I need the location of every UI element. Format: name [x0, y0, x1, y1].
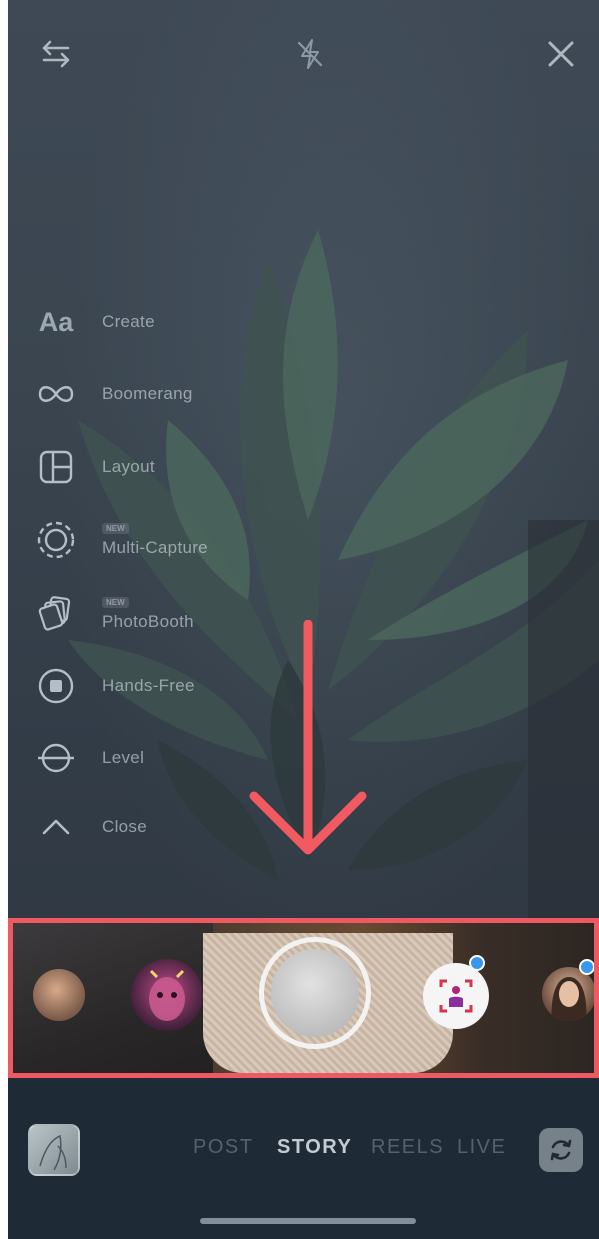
bottom-bar: POST STORY REELS LIVE	[8, 1078, 599, 1239]
effects-carousel	[8, 918, 599, 1078]
tool-label: Close	[102, 817, 147, 836]
home-indicator[interactable]	[200, 1218, 416, 1224]
tool-layout[interactable]: Layout	[34, 437, 294, 497]
new-badge: NEW	[102, 522, 129, 534]
text-aa-icon: Aa	[38, 306, 74, 337]
multi-capture-icon	[34, 518, 78, 562]
top-bar	[8, 0, 599, 110]
annotation-arrow	[249, 620, 367, 855]
tool-label: Multi-Capture	[102, 537, 208, 557]
photobooth-icon	[34, 592, 78, 636]
effect-body-icon[interactable]	[423, 963, 489, 1029]
tool-label: PhotoBooth	[102, 611, 194, 631]
gallery-thumbnail[interactable]	[28, 1124, 80, 1176]
capture-button[interactable]	[259, 937, 371, 1049]
mode-live[interactable]: LIVE	[457, 1136, 506, 1159]
effect-thumbnail[interactable]	[542, 967, 594, 1021]
camera-screen: Aa Create Boomerang Layout NEW Multi-Cap…	[8, 0, 599, 1239]
flash-off-icon[interactable]	[286, 30, 334, 78]
infinity-icon	[34, 372, 78, 416]
capture-mode-selector: POST STORY REELS LIVE	[193, 1136, 513, 1164]
mode-story[interactable]: STORY	[277, 1136, 352, 1159]
effect-thumbnail[interactable]	[33, 969, 85, 1021]
new-dot	[469, 955, 485, 971]
arrows-swap-icon[interactable]	[32, 30, 80, 78]
new-dot	[579, 959, 594, 975]
chevron-up-icon	[34, 805, 78, 849]
new-badge: NEW	[102, 596, 129, 608]
layout-grid-icon	[34, 445, 78, 489]
tool-multi-capture[interactable]: NEW Multi-Capture	[34, 510, 294, 570]
tool-label: Level	[102, 748, 145, 767]
tool-label: Hands-Free	[102, 676, 195, 695]
effect-thumbnail[interactable]	[131, 959, 203, 1031]
mode-reels[interactable]: REELS	[371, 1136, 444, 1159]
tool-label: Boomerang	[102, 384, 193, 403]
tool-label: Create	[102, 312, 155, 331]
level-icon	[34, 736, 78, 780]
switch-camera-icon[interactable]	[539, 1128, 583, 1172]
mode-post[interactable]: POST	[193, 1136, 253, 1159]
camera-preview: Aa Create Boomerang Layout NEW Multi-Cap…	[8, 0, 599, 1075]
hands-free-icon	[34, 664, 78, 708]
tool-create[interactable]: Aa Create	[34, 292, 294, 352]
tool-label: Layout	[102, 457, 155, 476]
close-icon[interactable]	[537, 30, 585, 78]
tool-boomerang[interactable]: Boomerang	[34, 364, 294, 424]
